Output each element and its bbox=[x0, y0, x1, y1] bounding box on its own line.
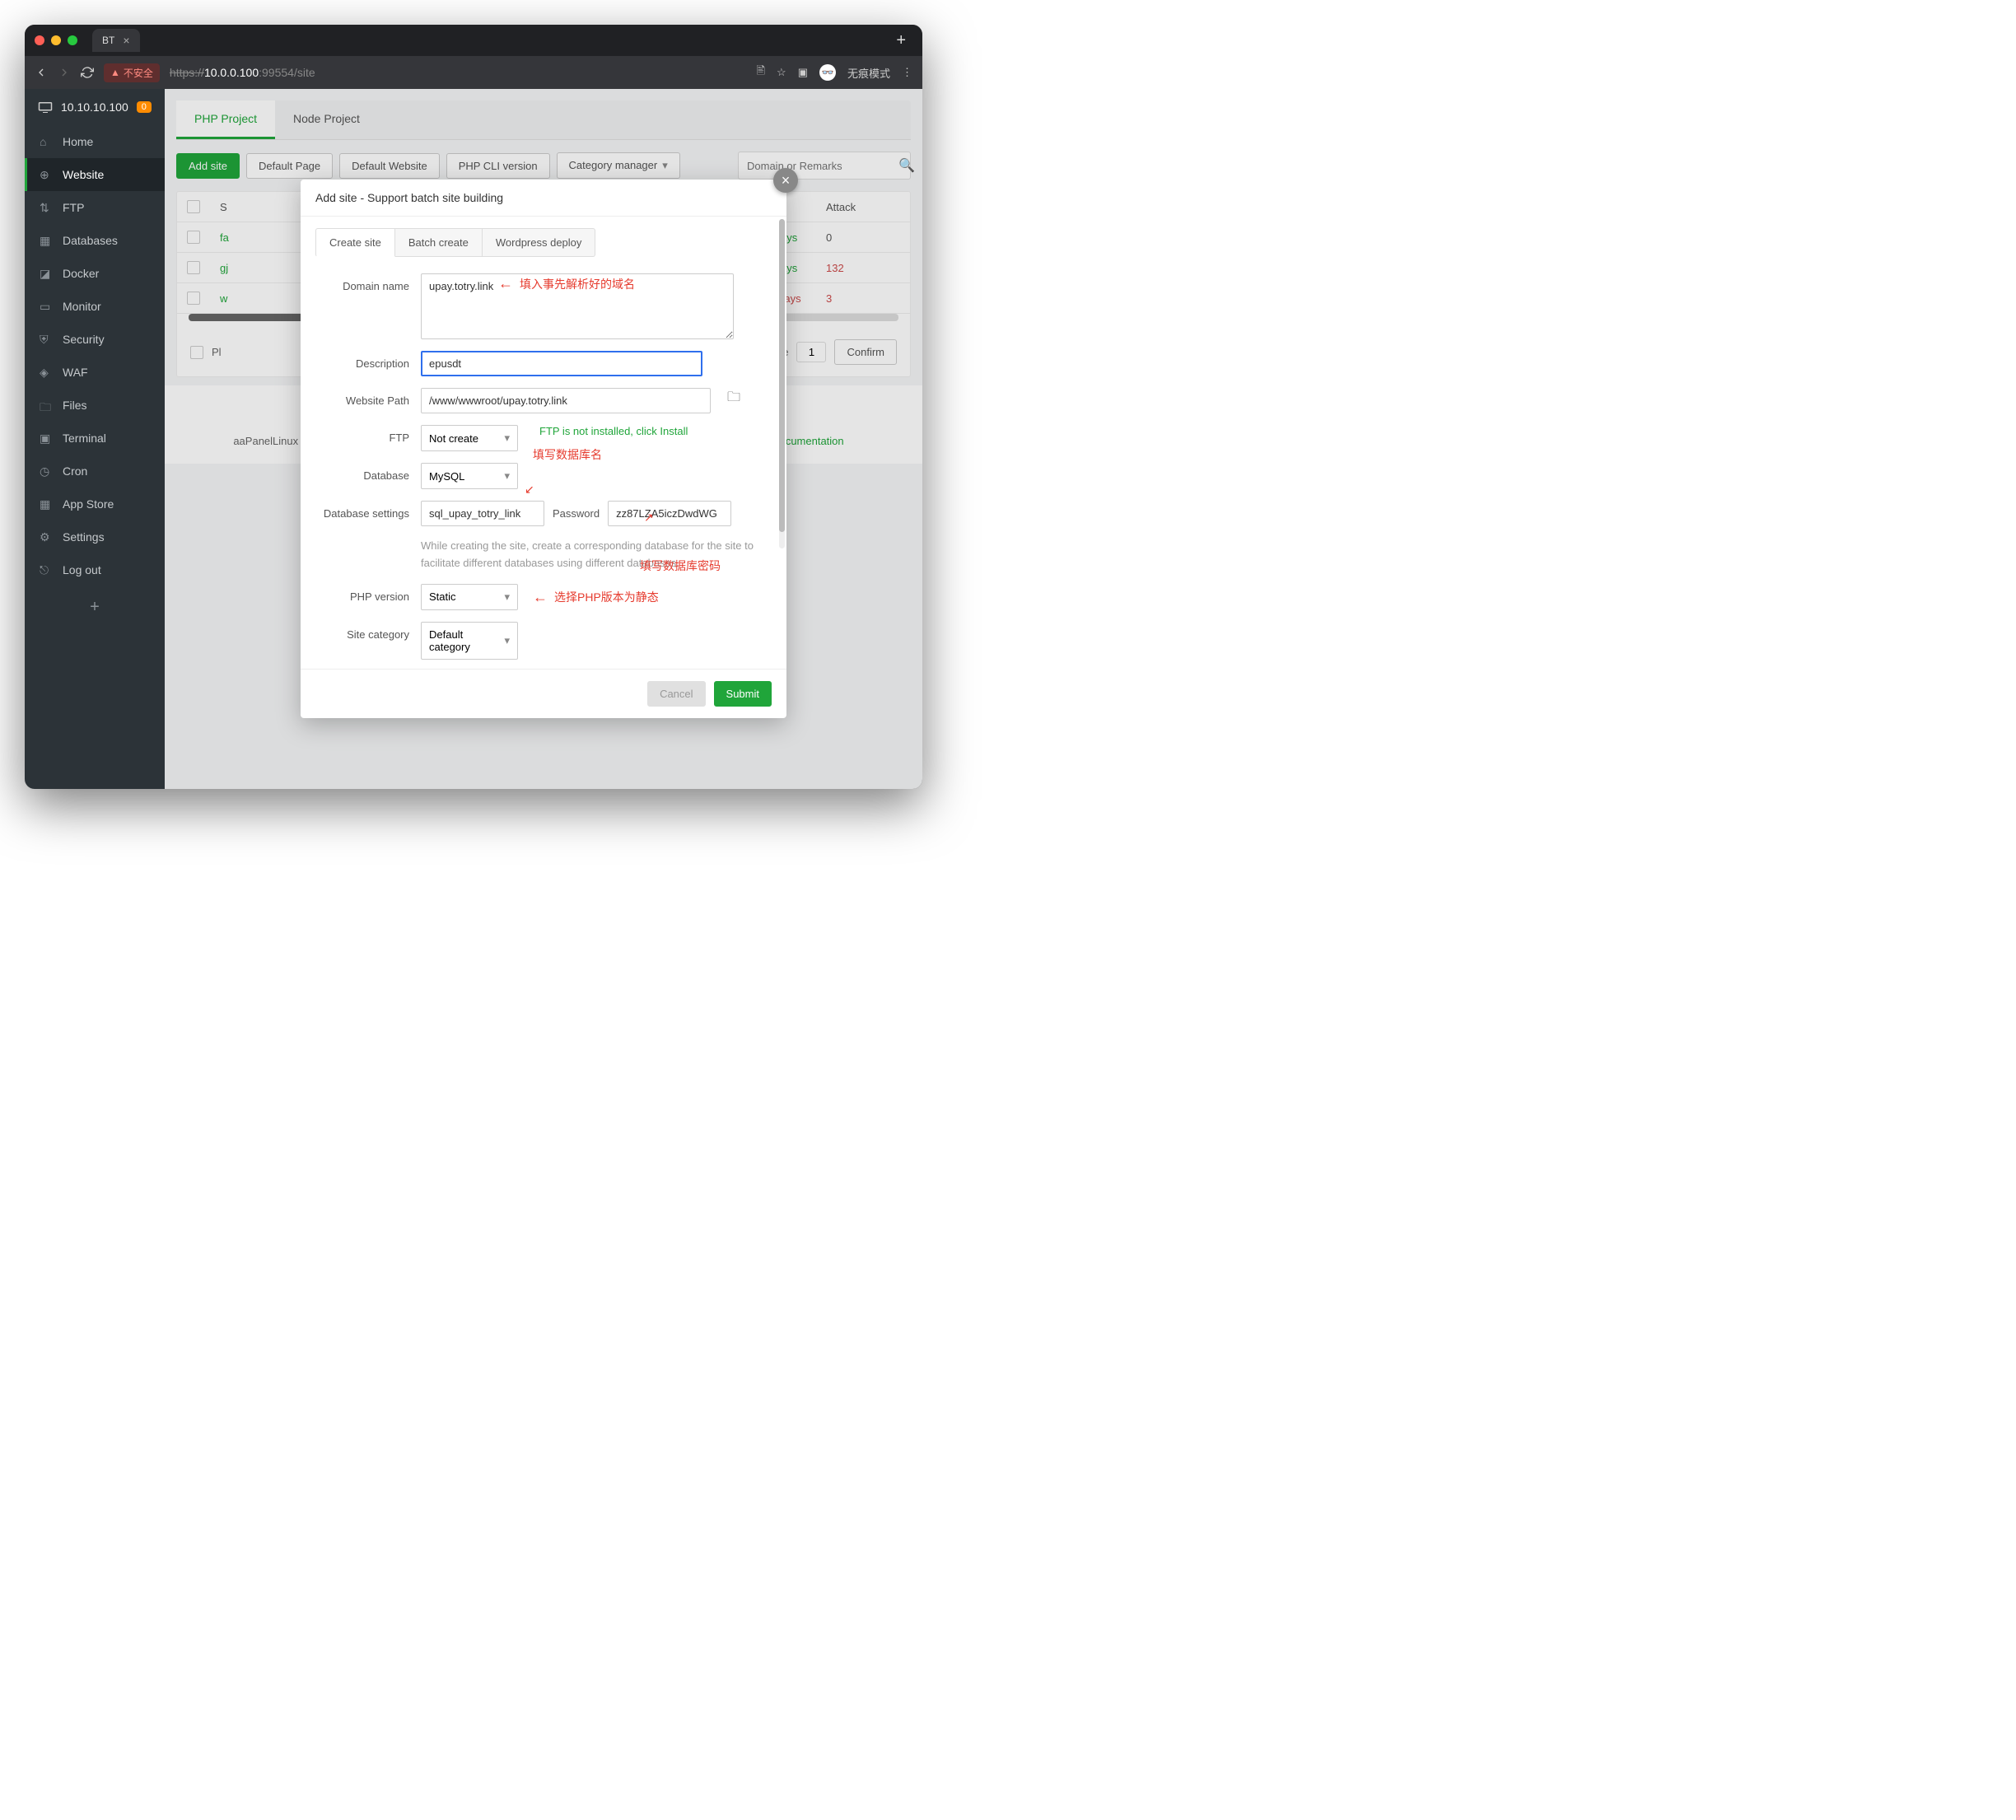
ftp-select[interactable]: Not create bbox=[421, 425, 518, 451]
field-database: Database MySQL 填写数据库名 bbox=[319, 463, 768, 489]
new-tab-button[interactable]: + bbox=[889, 31, 912, 50]
tab-wordpress-deploy[interactable]: Wordpress deploy bbox=[483, 228, 596, 257]
sidebar: 10.10.10.100 0 ⌂Home ⊕Website ⇅FTP ▦Data… bbox=[25, 89, 165, 789]
sidebar-item-settings[interactable]: ⚙Settings bbox=[25, 520, 165, 553]
modal-body: Domain name upay.totry.link 填入事先解析好的域名 D… bbox=[301, 257, 786, 669]
warning-icon: ▲ bbox=[110, 67, 120, 78]
waf-icon: ◈ bbox=[40, 366, 53, 379]
database-select[interactable]: MySQL bbox=[421, 463, 518, 489]
titlebar: BT × + bbox=[25, 25, 922, 56]
field-domain: Domain name upay.totry.link 填入事先解析好的域名 bbox=[319, 273, 768, 339]
sidebar-item-cron[interactable]: ◷Cron bbox=[25, 455, 165, 488]
monitor-icon bbox=[38, 101, 53, 113]
security-badge[interactable]: ▲ 不安全 bbox=[104, 63, 160, 82]
shield-icon: ⛨ bbox=[40, 333, 53, 346]
sidebar-header: 10.10.10.100 0 bbox=[25, 89, 165, 125]
field-php-version: PHP version Static 选择PHP版本为静态 bbox=[319, 584, 768, 610]
menu-icon[interactable]: ⋮ bbox=[902, 66, 912, 79]
logout-icon: ⎋ bbox=[40, 563, 53, 576]
docker-icon: ◪ bbox=[40, 267, 53, 280]
browser-window: BT × + ▲ 不安全 https://10.0.0.100:99554/si… bbox=[25, 25, 922, 789]
site-category-select[interactable]: Default category bbox=[421, 622, 518, 660]
field-ftp: FTP Not create FTP is not installed, cli… bbox=[319, 425, 768, 451]
domain-input[interactable]: upay.totry.link bbox=[421, 273, 734, 339]
sidebar-item-terminal[interactable]: ▣Terminal bbox=[25, 422, 165, 455]
modal-overlay: × Add site - Support batch site building… bbox=[165, 89, 922, 789]
sidebar-item-ftp[interactable]: ⇅FTP bbox=[25, 191, 165, 224]
browser-tab[interactable]: BT × bbox=[92, 29, 140, 52]
submit-button[interactable]: Submit bbox=[714, 681, 772, 707]
main-panel: PHP Project Node Project Add site Defaul… bbox=[165, 89, 922, 789]
translate-icon[interactable]: 🖹 bbox=[757, 63, 765, 82]
incognito-icon: 👓 bbox=[819, 64, 836, 81]
sidebar-item-website[interactable]: ⊕Website bbox=[25, 158, 165, 191]
modal-scrollbar[interactable] bbox=[779, 219, 785, 548]
field-path: Website Path 🗀 bbox=[319, 388, 768, 413]
server-ip: 10.10.10.100 bbox=[61, 100, 128, 114]
sidebar-item-databases[interactable]: ▦Databases bbox=[25, 224, 165, 257]
url-display[interactable]: https://10.0.0.100:99554/site bbox=[170, 66, 747, 79]
sidebar-item-security[interactable]: ⛨Security bbox=[25, 323, 165, 356]
modal-tabs: Create site Batch create Wordpress deplo… bbox=[301, 217, 786, 257]
modal-close-button[interactable]: × bbox=[773, 168, 798, 193]
tab-close-icon[interactable]: × bbox=[123, 34, 129, 47]
sidebar-item-waf[interactable]: ◈WAF bbox=[25, 356, 165, 389]
db-password-input[interactable] bbox=[608, 501, 731, 526]
forward-icon[interactable] bbox=[58, 66, 71, 79]
gear-icon: ⚙ bbox=[40, 530, 53, 544]
cancel-button[interactable]: Cancel bbox=[647, 681, 705, 707]
ftp-install-link[interactable]: FTP is not installed, click Install bbox=[539, 425, 688, 437]
sidebar-item-logout[interactable]: ⎋Log out bbox=[25, 553, 165, 586]
cron-icon: ◷ bbox=[40, 464, 53, 478]
reload-icon[interactable] bbox=[81, 66, 94, 79]
incognito-label: 无痕模式 bbox=[847, 65, 890, 81]
window-max-dot[interactable] bbox=[68, 35, 77, 45]
address-bar: ▲ 不安全 https://10.0.0.100:99554/site 🖹 ☆ … bbox=[25, 56, 922, 89]
db-name-input[interactable] bbox=[421, 501, 544, 526]
monitor-icon: ▭ bbox=[40, 300, 53, 313]
window-min-dot[interactable] bbox=[51, 35, 61, 45]
appstore-icon: ▦ bbox=[40, 497, 53, 511]
alert-count[interactable]: 0 bbox=[137, 101, 152, 113]
home-icon: ⌂ bbox=[40, 135, 53, 148]
folder-browse-icon[interactable]: 🗀 bbox=[727, 388, 740, 410]
folder-icon: 🗀 bbox=[40, 399, 53, 412]
sidebar-item-monitor[interactable]: ▭Monitor bbox=[25, 290, 165, 323]
extensions-icon[interactable]: ▣ bbox=[798, 66, 808, 79]
modal-title: Add site - Support batch site building bbox=[301, 180, 786, 217]
ftp-icon: ⇅ bbox=[40, 201, 53, 214]
field-site-category: Site category Default category bbox=[319, 622, 768, 660]
tab-title: BT bbox=[102, 35, 114, 46]
globe-icon: ⊕ bbox=[40, 168, 53, 181]
website-path-input[interactable] bbox=[421, 388, 711, 413]
field-description: Description bbox=[319, 351, 768, 376]
database-icon: ▦ bbox=[40, 234, 53, 247]
modal-footer: Cancel Submit bbox=[301, 669, 786, 718]
tab-batch-create[interactable]: Batch create bbox=[395, 228, 483, 257]
back-icon[interactable] bbox=[35, 66, 48, 79]
php-version-select[interactable]: Static bbox=[421, 584, 518, 610]
tab-create-site[interactable]: Create site bbox=[315, 228, 395, 257]
field-database-settings: Database settings Password ↙ ↗ bbox=[319, 501, 768, 526]
db-note: While creating the site, create a corres… bbox=[421, 538, 768, 572]
window-close-dot[interactable] bbox=[35, 35, 44, 45]
description-input[interactable] bbox=[421, 351, 702, 376]
sidebar-item-files[interactable]: 🗀Files bbox=[25, 389, 165, 422]
sidebar-item-docker[interactable]: ◪Docker bbox=[25, 257, 165, 290]
app-root: 10.10.10.100 0 ⌂Home ⊕Website ⇅FTP ▦Data… bbox=[25, 89, 922, 789]
sidebar-item-home[interactable]: ⌂Home bbox=[25, 125, 165, 158]
bookmark-icon[interactable]: ☆ bbox=[777, 66, 786, 79]
sidebar-add-button[interactable]: + bbox=[25, 586, 165, 628]
add-site-modal: × Add site - Support batch site building… bbox=[301, 180, 786, 718]
terminal-icon: ▣ bbox=[40, 432, 53, 445]
sidebar-item-appstore[interactable]: ▦App Store bbox=[25, 488, 165, 520]
